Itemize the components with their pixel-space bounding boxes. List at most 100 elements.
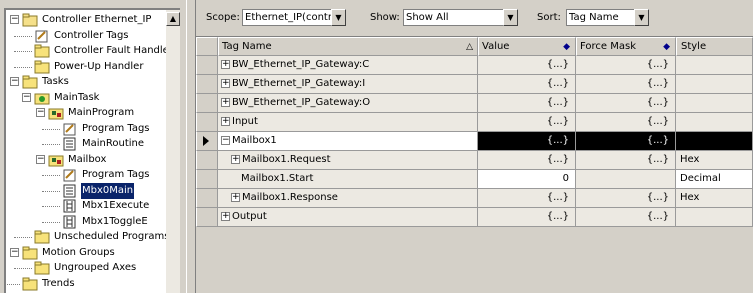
tree-item[interactable]: Trends (22, 276, 76, 292)
expand-icon[interactable]: + (221, 78, 230, 88)
tree-item[interactable]: Program Tags (62, 121, 151, 137)
tree-item[interactable]: Mbx0Main (62, 182, 135, 199)
tag-name-cell[interactable]: Mailbox1.Start (218, 170, 478, 189)
tag-value-cell[interactable]: {...} (478, 132, 576, 151)
tag-value-cell[interactable]: {...} (478, 94, 576, 113)
row-selector[interactable] (196, 208, 218, 227)
tag-name-cell[interactable]: − Mailbox1 (218, 132, 478, 151)
show-dropdown-button[interactable]: ▼ (503, 9, 518, 26)
header-value[interactable]: Value ◆ (478, 37, 576, 56)
style-cell[interactable] (676, 75, 753, 94)
tree-item[interactable]: Program Tags (62, 167, 151, 183)
style-cell[interactable]: Hex (676, 151, 753, 170)
tag-value-cell[interactable]: 0 (478, 170, 576, 189)
tag-row[interactable]: − Mailbox1 {...} {...} (196, 132, 753, 151)
tag-name-cell[interactable]: + BW_Ethernet_IP_Gateway:O (218, 94, 478, 113)
force-mask-cell[interactable] (576, 170, 676, 189)
pane-splitter[interactable] (186, 0, 196, 293)
expand-icon[interactable]: + (221, 97, 230, 107)
tree-item[interactable]: Power-Up Handler (34, 59, 144, 75)
force-mask-cell[interactable]: {...} (576, 189, 676, 208)
force-mask-cell[interactable]: {...} (576, 151, 676, 170)
style-cell[interactable] (676, 94, 753, 113)
tree-item[interactable]: Ungrouped Axes (34, 260, 137, 276)
tag-name-text: BW_Ethernet_IP_Gateway:I (232, 78, 366, 89)
expand-icon[interactable]: + (231, 192, 240, 202)
style-cell[interactable] (676, 208, 753, 227)
tag-value-cell[interactable]: {...} (478, 113, 576, 132)
row-selector[interactable] (196, 113, 218, 132)
scope-select[interactable]: Ethernet_IP(controlle (242, 9, 332, 26)
sort-dropdown-button[interactable]: ▼ (634, 9, 649, 26)
row-selector[interactable] (196, 132, 218, 151)
expand-icon[interactable]: + (221, 211, 230, 221)
tree-collapse-icon[interactable]: − (10, 15, 19, 24)
tag-row[interactable]: + BW_Ethernet_IP_Gateway:C {...} {...} (196, 56, 753, 75)
show-select[interactable]: Show All (403, 9, 503, 26)
row-selector[interactable] (196, 56, 218, 75)
tree-item[interactable]: Controller Tags (34, 28, 130, 44)
style-cell[interactable] (676, 132, 753, 151)
expand-icon[interactable]: + (221, 59, 230, 69)
tag-value-cell[interactable]: {...} (478, 208, 576, 227)
sort-select[interactable]: Tag Name (566, 9, 634, 26)
header-force-mask[interactable]: Force Mask ◆ (576, 37, 676, 56)
style-cell[interactable] (676, 56, 753, 75)
force-mask-cell[interactable]: {...} (576, 132, 676, 151)
row-selector[interactable] (196, 94, 218, 113)
style-cell[interactable]: Decimal (676, 170, 753, 189)
tag-value-cell[interactable]: {...} (478, 151, 576, 170)
tree-item[interactable]: Mbx1ToggleE (62, 214, 149, 230)
collapse-icon[interactable]: − (221, 135, 230, 145)
tag-row[interactable]: Mailbox1.Start 0 Decimal (196, 170, 753, 189)
tag-value-cell[interactable]: {...} (478, 56, 576, 75)
force-mask-cell[interactable]: {...} (576, 56, 676, 75)
tree-collapse-icon[interactable]: − (10, 77, 19, 86)
tree-item[interactable]: Mbx1Execute (62, 198, 150, 214)
force-mask-cell[interactable]: {...} (576, 75, 676, 94)
tag-row[interactable]: + Input {...} {...} (196, 113, 753, 132)
header-tag-name[interactable]: Tag Name △ (218, 37, 478, 56)
force-mask-cell[interactable]: {...} (576, 94, 676, 113)
style-cell[interactable] (676, 113, 753, 132)
tag-value-cell[interactable]: {...} (478, 189, 576, 208)
tree-collapse-icon[interactable]: − (10, 247, 19, 257)
row-selector[interactable] (196, 170, 218, 189)
tag-value-cell[interactable]: {...} (478, 75, 576, 94)
force-mask-cell[interactable]: {...} (576, 208, 676, 227)
row-selector[interactable] (196, 189, 218, 208)
scope-dropdown-button[interactable]: ▼ (331, 9, 346, 26)
tree-item[interactable]: Unscheduled Programs (34, 229, 166, 245)
tag-name-cell[interactable]: + Input (218, 113, 478, 132)
tag-name-cell[interactable]: + Mailbox1.Response (218, 189, 478, 208)
tree-collapse-icon[interactable]: − (36, 108, 45, 117)
tag-row[interactable]: + BW_Ethernet_IP_Gateway:I {...} {...} (196, 75, 753, 94)
tag-row[interactable]: + Output {...} {...} (196, 208, 753, 227)
tree-item[interactable]: Controller Fault Handler (34, 43, 166, 59)
expand-icon[interactable]: + (231, 154, 240, 164)
tree-collapse-icon[interactable]: − (22, 92, 31, 102)
tag-row[interactable]: + Mailbox1.Response {...} {...} Hex (196, 189, 753, 208)
row-selector[interactable] (196, 151, 218, 170)
tree-item[interactable]: Motion Groups (22, 245, 116, 261)
tree-scrollbar[interactable]: ▲ (166, 10, 180, 293)
tag-row[interactable]: + BW_Ethernet_IP_Gateway:O {...} {...} (196, 94, 753, 113)
tag-name-cell[interactable]: + Mailbox1.Request (218, 151, 478, 170)
tag-name-cell[interactable]: + BW_Ethernet_IP_Gateway:C (218, 56, 478, 75)
expand-icon[interactable]: + (221, 116, 230, 126)
tag-name-cell[interactable]: + Output (218, 208, 478, 227)
tree-item[interactable]: Mailbox (48, 152, 107, 168)
tree-item[interactable]: MainProgram (48, 105, 135, 121)
style-cell[interactable]: Hex (676, 189, 753, 208)
force-mask-cell[interactable]: {...} (576, 113, 676, 132)
row-selector[interactable] (196, 75, 218, 94)
header-style[interactable]: Style (676, 37, 753, 56)
tree-collapse-icon[interactable]: − (36, 154, 45, 164)
tree-item[interactable]: Controller Ethernet_IP (22, 12, 152, 28)
tree-item[interactable]: MainTask (34, 90, 100, 106)
tag-row[interactable]: + Mailbox1.Request {...} {...} Hex (196, 151, 753, 170)
tag-name-cell[interactable]: + BW_Ethernet_IP_Gateway:I (218, 75, 478, 94)
tree-item[interactable]: Tasks (22, 74, 70, 90)
scroll-up-button[interactable]: ▲ (166, 12, 180, 26)
tree-item[interactable]: MainRoutine (62, 136, 145, 152)
